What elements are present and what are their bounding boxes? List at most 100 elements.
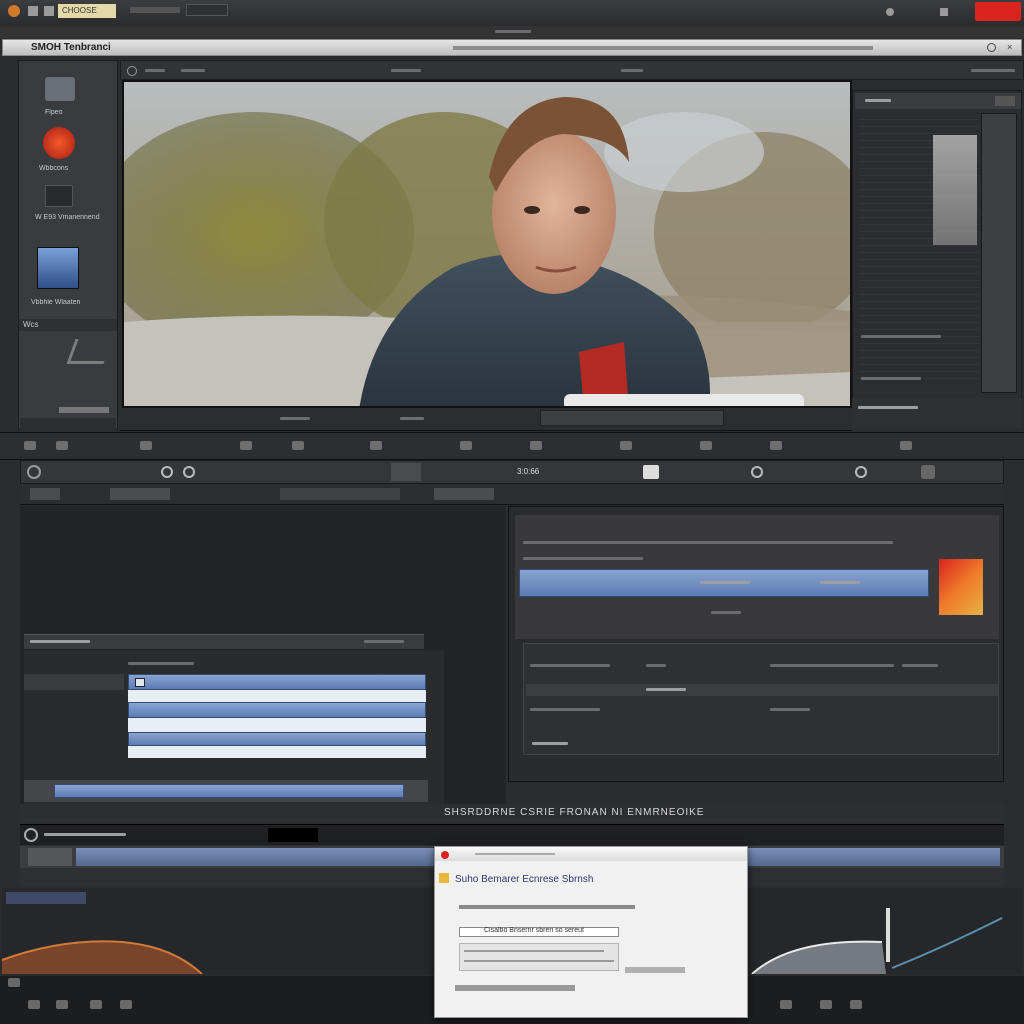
list-item[interactable] bbox=[128, 746, 426, 758]
list-item[interactable] bbox=[24, 674, 124, 690]
tool-icon[interactable] bbox=[56, 1000, 68, 1012]
tool-icon[interactable] bbox=[850, 1000, 862, 1012]
capture-icon[interactable] bbox=[45, 185, 73, 207]
audio-track-label[interactable] bbox=[6, 892, 86, 904]
column-header-size[interactable] bbox=[364, 640, 404, 643]
settings-icon[interactable] bbox=[886, 8, 894, 16]
record-icon[interactable] bbox=[24, 828, 38, 842]
list-item[interactable] bbox=[128, 702, 426, 718]
list-item[interactable] bbox=[128, 732, 426, 746]
library-thumb-icon[interactable] bbox=[45, 77, 75, 101]
list-item[interactable] bbox=[128, 690, 426, 702]
color-icon[interactable] bbox=[855, 466, 867, 478]
tab-media[interactable] bbox=[30, 488, 60, 500]
sidebar-section-label: Wcs bbox=[23, 320, 39, 329]
dialog-close-icon[interactable] bbox=[441, 851, 449, 859]
marker-icon[interactable] bbox=[460, 441, 472, 453]
sidebar-item-label: Wbbcons bbox=[39, 165, 69, 172]
clip-scrollbar-track[interactable] bbox=[24, 780, 428, 802]
window-title: SMOH Tenbranci bbox=[31, 42, 111, 53]
video-preview[interactable] bbox=[122, 80, 852, 408]
zoom-in-icon[interactable] bbox=[530, 441, 542, 453]
tool-icon[interactable] bbox=[90, 1000, 102, 1012]
sidebar-item-label: Vbbhle Wlaaten bbox=[31, 299, 81, 306]
panel-tabs bbox=[20, 484, 1004, 505]
redo-icon[interactable] bbox=[56, 441, 68, 453]
sync-icon[interactable] bbox=[183, 466, 195, 478]
viewer-home-icon[interactable] bbox=[127, 66, 137, 76]
clip-panel bbox=[20, 506, 506, 810]
media-sidebar: Flpeo Wbbcons W E93 Vmanennend Vbbhle Wl… bbox=[18, 60, 118, 430]
viewer-menu-item[interactable] bbox=[971, 69, 1015, 72]
viewer-menu-item[interactable] bbox=[181, 69, 205, 72]
split-icon[interactable] bbox=[370, 441, 382, 453]
track-header[interactable] bbox=[28, 848, 72, 866]
tab-effects[interactable] bbox=[110, 488, 170, 500]
viewer-menu-item[interactable] bbox=[621, 69, 643, 72]
settings-icon[interactable] bbox=[921, 465, 935, 479]
list-item-selected[interactable] bbox=[128, 674, 426, 690]
play-icon[interactable] bbox=[27, 465, 41, 479]
transport-control[interactable] bbox=[400, 417, 424, 420]
video-thumb-icon[interactable] bbox=[37, 247, 79, 289]
table-cell bbox=[902, 664, 938, 667]
inspector-tab[interactable] bbox=[865, 99, 891, 102]
toolbar-dropdown[interactable] bbox=[186, 4, 228, 16]
inspector-scrollbar[interactable] bbox=[981, 113, 1017, 393]
list-item[interactable] bbox=[128, 662, 194, 665]
zoom-icon[interactable] bbox=[8, 978, 20, 990]
camera-icon[interactable] bbox=[643, 465, 659, 479]
zoom-out-icon[interactable] bbox=[620, 441, 632, 453]
tab-titles[interactable] bbox=[434, 488, 494, 500]
timecode-display[interactable] bbox=[540, 410, 724, 426]
dialog-options[interactable] bbox=[459, 943, 619, 971]
copy-icon[interactable] bbox=[240, 441, 252, 453]
checkbox[interactable] bbox=[135, 678, 145, 687]
timeline-field[interactable] bbox=[391, 463, 421, 481]
color-swatch[interactable] bbox=[939, 559, 983, 615]
window-icon[interactable] bbox=[940, 8, 948, 16]
close-icon[interactable]: × bbox=[1007, 43, 1016, 52]
viewer-menu-item[interactable] bbox=[145, 69, 165, 72]
cursor-tool-icon[interactable] bbox=[66, 339, 113, 364]
path-field[interactable] bbox=[453, 46, 873, 50]
timecode-label: 3:0:66 bbox=[517, 467, 540, 476]
inspector-menu-icon[interactable] bbox=[995, 96, 1015, 106]
tab-transitions[interactable] bbox=[280, 488, 400, 500]
column-header-name[interactable] bbox=[30, 640, 90, 643]
tool-icon[interactable] bbox=[28, 1000, 40, 1012]
timecode-box bbox=[268, 828, 318, 842]
cut-icon[interactable] bbox=[140, 441, 152, 453]
record-button[interactable] bbox=[975, 2, 1021, 21]
loop-icon[interactable] bbox=[161, 466, 173, 478]
tool-icon[interactable] bbox=[780, 1000, 792, 1012]
sidebar-slider[interactable] bbox=[59, 407, 109, 413]
viewer-menu-item[interactable] bbox=[391, 69, 421, 72]
record-source-icon[interactable] bbox=[43, 127, 75, 159]
menu-item[interactable] bbox=[495, 30, 531, 33]
effects-icon[interactable] bbox=[751, 466, 763, 478]
toolbar-field[interactable] bbox=[130, 7, 180, 13]
tool-icon[interactable] bbox=[120, 1000, 132, 1012]
project-tab[interactable]: CHOOSE bbox=[58, 4, 116, 18]
save-icon[interactable] bbox=[44, 6, 54, 16]
status-caption: SHSRDDRNE CSRIE FRONAN NI ENMRNEOIKE bbox=[444, 807, 705, 818]
undo-icon[interactable] bbox=[24, 441, 36, 453]
table-cell bbox=[530, 708, 600, 711]
paste-icon[interactable] bbox=[292, 441, 304, 453]
property-row-selected[interactable] bbox=[519, 569, 929, 597]
table-cell bbox=[646, 664, 666, 667]
list-item[interactable] bbox=[128, 718, 426, 732]
dialog-field[interactable]: Clsalbo Bnsernr sbreri so sereut bbox=[459, 927, 619, 937]
folder-icon[interactable] bbox=[28, 6, 38, 16]
tool-icon[interactable] bbox=[820, 1000, 832, 1012]
help-icon[interactable] bbox=[987, 43, 996, 52]
snap-icon[interactable] bbox=[700, 441, 712, 453]
edit-toolbar bbox=[0, 432, 1024, 460]
table-row[interactable] bbox=[526, 684, 998, 696]
inspector-preview bbox=[933, 135, 977, 245]
clip-scrollbar-thumb[interactable] bbox=[54, 784, 404, 798]
audio-icon[interactable] bbox=[770, 441, 782, 453]
fullscreen-icon[interactable] bbox=[900, 441, 912, 453]
transport-control[interactable] bbox=[280, 417, 310, 420]
